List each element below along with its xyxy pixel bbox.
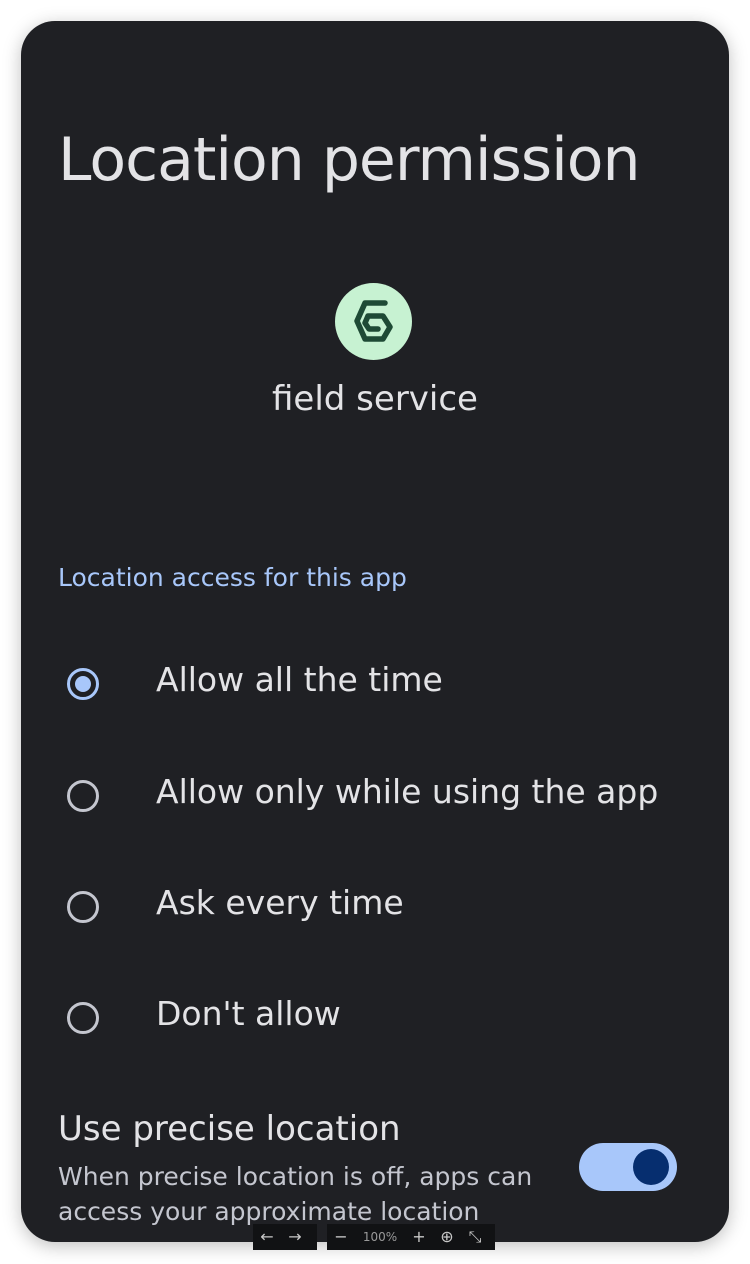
precise-location-title: Use precise location <box>58 1109 401 1149</box>
radio-unselected-icon[interactable] <box>67 1002 99 1034</box>
zoom-out-icon[interactable]: − <box>327 1224 355 1250</box>
page-title: Location permission <box>58 125 640 195</box>
option-label: Ask every time <box>156 883 404 922</box>
precise-location-toggle[interactable] <box>579 1143 677 1191</box>
forward-arrow-icon[interactable]: → <box>281 1224 309 1250</box>
zoom-in-icon[interactable]: + <box>405 1224 433 1250</box>
precise-location-description: When precise location is off, apps can a… <box>58 1162 533 1226</box>
option-label: Allow only while using the app <box>156 772 659 811</box>
option-label: Don't allow <box>156 994 341 1033</box>
permission-screen: Location permission field service Locati… <box>21 21 729 1242</box>
option-allow-while-using[interactable]: Allow only while using the app <box>21 750 729 846</box>
viewer-zoom-bar: − 100% + ⊕ ⤡ <box>327 1224 495 1250</box>
toggle-knob <box>633 1149 669 1185</box>
back-arrow-icon[interactable]: ← <box>253 1224 281 1250</box>
collapse-icon[interactable]: ⤡ <box>461 1224 489 1250</box>
viewer-nav-bar: ← → <box>253 1224 317 1250</box>
app-name: field service <box>272 379 478 419</box>
section-header: Location access for this app <box>58 563 407 592</box>
option-allow-all-the-time[interactable]: Allow all the time <box>21 638 729 734</box>
app-logo-icon <box>335 283 412 360</box>
option-label: Allow all the time <box>156 660 443 699</box>
radio-selected-icon[interactable] <box>67 668 99 700</box>
radio-unselected-icon[interactable] <box>67 891 99 923</box>
option-ask-every-time[interactable]: Ask every time <box>21 861 729 957</box>
option-dont-allow[interactable]: Don't allow <box>21 972 729 1068</box>
download-icon[interactable]: ⊕ <box>433 1224 461 1250</box>
zoom-level: 100% <box>362 1230 398 1244</box>
radio-unselected-icon[interactable] <box>67 780 99 812</box>
